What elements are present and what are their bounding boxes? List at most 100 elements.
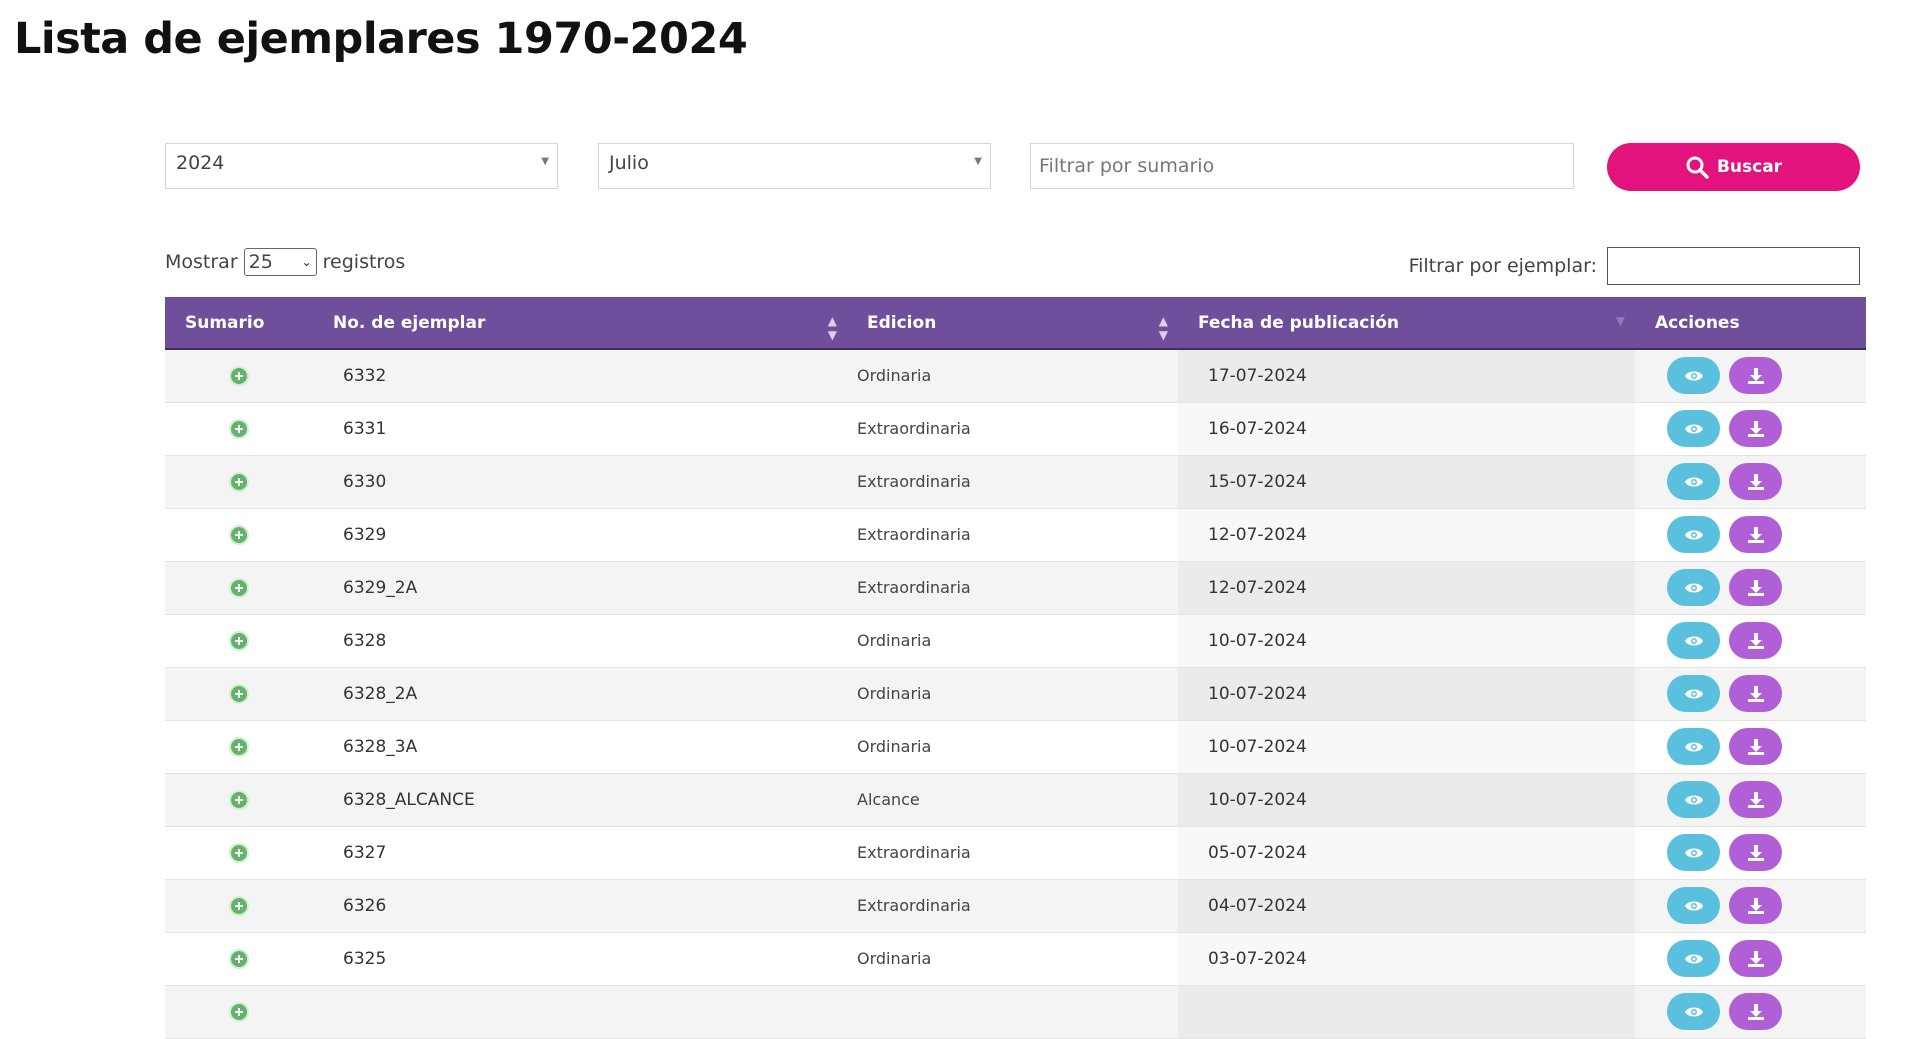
publication-date-cell: 12-07-2024 [1178,561,1635,615]
actions-cell [1635,826,1866,880]
eye-icon [1684,477,1703,486]
eye-icon [1684,954,1703,963]
view-button[interactable] [1667,357,1720,395]
view-button[interactable] [1667,940,1720,977]
download-button[interactable] [1729,622,1782,659]
download-button[interactable] [1729,887,1782,924]
summary-cell [165,614,313,668]
download-button[interactable] [1729,834,1782,871]
publication-date-cell: 10-07-2024 [1178,614,1635,668]
view-button[interactable] [1667,728,1720,765]
plus-circle-icon[interactable] [229,630,249,651]
summary-cell [165,508,313,562]
issue-number-cell: 6329 [313,508,847,562]
plus-circle-icon[interactable] [229,948,249,969]
view-button[interactable] [1667,569,1720,606]
month-select-value: Julio [609,152,649,174]
download-button[interactable] [1729,516,1782,553]
actions-cell [1635,773,1866,827]
plus-circle-icon[interactable] [229,1001,249,1022]
eye-icon [1684,1007,1703,1016]
edition-cell: Ordinaria [847,349,1178,403]
actions-cell [1635,455,1866,509]
issue-filter-input[interactable] [1607,247,1860,285]
eye-icon [1684,795,1703,804]
plus-circle-icon[interactable] [229,524,249,545]
caret-down-icon: ▼ [541,156,549,167]
actions-cell [1635,614,1866,668]
search-button[interactable]: Buscar [1607,143,1860,191]
download-button[interactable] [1729,569,1782,606]
plus-circle-icon[interactable] [229,577,249,598]
publication-date-cell: 10-07-2024 [1178,773,1635,827]
plus-circle-icon[interactable] [229,683,249,704]
download-button[interactable] [1729,728,1782,765]
summary-filter-input[interactable] [1030,143,1574,189]
table-row: 6330 Extraordinaria 15-07-2024 [165,455,1866,509]
search-button-label: Buscar [1716,157,1783,177]
view-button[interactable] [1667,834,1720,871]
sort-icon: ▲ ▼ [1158,314,1168,342]
plus-circle-icon[interactable] [229,736,249,757]
plus-circle-icon[interactable] [229,365,249,386]
download-icon [1747,897,1764,914]
download-icon [1747,579,1764,596]
year-select-value: 2024 [176,152,225,174]
download-button[interactable] [1729,993,1782,1030]
plus-circle-icon[interactable] [229,842,249,863]
eye-icon [1684,901,1703,910]
view-button[interactable] [1667,410,1720,447]
plus-circle-icon[interactable] [229,471,249,492]
issue-number-cell: 6327 [313,826,847,880]
table-row: 6326 Extraordinaria 04-07-2024 [165,879,1866,933]
download-button[interactable] [1729,940,1782,977]
records-label: registros [322,251,406,273]
plus-circle-icon[interactable] [229,895,249,916]
view-button[interactable] [1667,675,1720,712]
publication-date-cell: 04-07-2024 [1178,879,1635,933]
view-button[interactable] [1667,463,1720,500]
view-button[interactable] [1667,781,1720,818]
summary-cell [165,402,313,456]
download-button[interactable] [1729,410,1782,447]
eye-icon [1684,689,1703,698]
publication-date-cell: 10-07-2024 [1178,667,1635,721]
table-body: 6332 Ordinaria 17-07-2024 6331 Extraordinari… [165,349,1866,1039]
plus-circle-icon[interactable] [229,418,249,439]
download-icon [1747,420,1764,437]
view-button[interactable] [1667,622,1720,659]
eye-icon [1684,742,1703,751]
page-length-select[interactable]: 25 ⌄ [243,248,317,276]
column-header-edition[interactable]: Edicion ▲ ▼ [847,297,1178,350]
edition-cell: Extraordinaria [847,826,1178,880]
table-row: 6327 Extraordinaria 05-07-2024 [165,826,1866,880]
view-button[interactable] [1667,993,1720,1030]
download-icon [1747,791,1764,808]
month-select[interactable]: Julio ▼ [598,143,991,189]
summary-cell [165,879,313,933]
publication-date-cell: 16-07-2024 [1178,402,1635,456]
show-label: Mostrar [165,251,238,273]
plus-circle-icon[interactable] [229,789,249,810]
view-button[interactable] [1667,887,1720,924]
column-header-summary[interactable]: Sumario [165,297,313,350]
year-select[interactable]: 2024 ▼ [165,143,558,189]
edition-cell: Extraordinaria [847,561,1178,615]
publication-date-cell: 12-07-2024 [1178,508,1635,562]
column-header-issue[interactable]: No. de ejemplar ▲ ▼ [313,297,847,350]
download-icon [1747,367,1764,384]
edition-cell: Extraordinaria [847,508,1178,562]
issues-table-container: Sumario No. de ejemplar ▲ ▼ Edicion ▲ ▼ Fe… [165,297,1866,1039]
download-button[interactable] [1729,463,1782,500]
issue-number-cell: 6326 [313,879,847,933]
table-row: 6328_2A Ordinaria 10-07-2024 [165,667,1866,721]
column-header-date[interactable]: Fecha de publicación ▼ [1178,297,1635,350]
download-button[interactable] [1729,357,1782,395]
publication-date-cell: 10-07-2024 [1178,720,1635,774]
issue-number-cell: 6328_2A [313,667,847,721]
view-button[interactable] [1667,516,1720,553]
download-button[interactable] [1729,675,1782,712]
download-button[interactable] [1729,781,1782,818]
table-row: 6332 Ordinaria 17-07-2024 [165,349,1866,403]
download-icon [1747,844,1764,861]
